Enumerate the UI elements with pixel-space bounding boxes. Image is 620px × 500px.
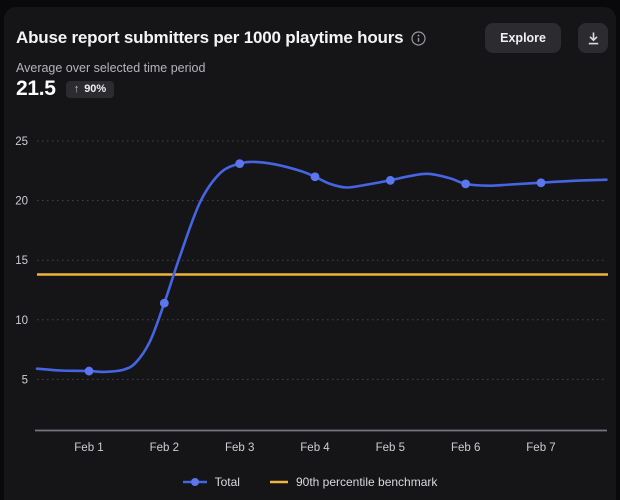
x-tick-label: Feb 4 [300, 442, 330, 454]
legend-label-benchmark: 90th percentile benchmark [296, 475, 437, 489]
data-point-feb-6[interactable] [461, 180, 470, 189]
total-line [37, 162, 606, 372]
card-header: Abuse report submitters per 1000 playtim… [16, 22, 608, 54]
data-point-feb-3[interactable] [235, 159, 244, 168]
metric-subtitle: Average over selected time period [16, 61, 205, 75]
explore-button[interactable]: Explore [485, 23, 561, 53]
download-icon [586, 31, 601, 46]
x-tick-label: Feb 3 [225, 442, 254, 454]
x-tick-label: Feb 6 [451, 442, 480, 454]
metric-change-percent: 90% [84, 84, 106, 95]
metric-change-badge: ↑ 90% [66, 81, 115, 98]
data-point-feb-2[interactable] [160, 299, 169, 308]
x-tick-label: Feb 5 [376, 442, 405, 454]
x-tick-label: Feb 1 [74, 442, 103, 454]
line-chart[interactable]: 5 10 15 20 25 Feb 1 Feb 2 Feb 3 Feb 4 Feb 5 Feb 6 F… [0, 0, 620, 500]
legend-item-total[interactable]: Total [183, 475, 240, 489]
page-title: Abuse report submitters per 1000 playtim… [16, 28, 403, 48]
y-tick-label: 5 [22, 374, 28, 386]
y-tick-label: 10 [15, 315, 28, 327]
benchmark-legend-marker [270, 477, 288, 487]
y-tick-label: 15 [15, 255, 28, 267]
metric-value: 21.5 [16, 77, 56, 101]
legend-item-benchmark[interactable]: 90th percentile benchmark [270, 475, 437, 489]
data-point-feb-4[interactable] [311, 172, 320, 181]
y-tick-label: 25 [15, 136, 28, 148]
x-tick-label: Feb 7 [526, 442, 555, 454]
y-tick-label: 20 [15, 196, 28, 208]
up-arrow-icon: ↑ [74, 84, 80, 95]
info-icon[interactable] [411, 31, 426, 46]
data-point-feb-5[interactable] [386, 176, 395, 185]
total-legend-marker [183, 477, 207, 487]
download-button[interactable] [578, 23, 608, 53]
legend-label-total: Total [215, 475, 240, 489]
metric-row: 21.5 ↑ 90% [16, 77, 114, 101]
data-point-feb-7[interactable] [537, 178, 546, 187]
x-tick-label: Feb 2 [150, 442, 179, 454]
chart-legend: Total 90th percentile benchmark [0, 475, 620, 489]
data-point-feb-1[interactable] [85, 367, 94, 376]
